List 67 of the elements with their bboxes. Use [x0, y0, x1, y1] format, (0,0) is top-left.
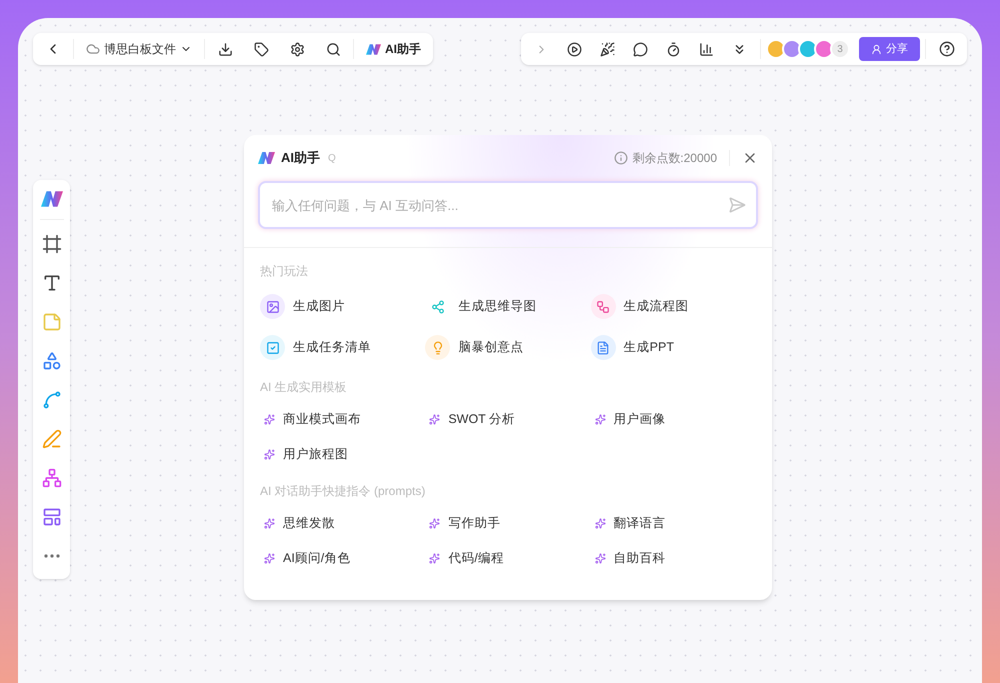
- feature-item[interactable]: 生成图片: [260, 286, 426, 327]
- download-icon: [218, 42, 232, 56]
- play-icon: [566, 42, 582, 56]
- file-name-dropdown[interactable]: 博思白板文件: [78, 40, 200, 58]
- timer-icon: [666, 42, 680, 56]
- send-icon: [728, 196, 746, 214]
- logo-icon: [40, 191, 62, 207]
- prompt-item[interactable]: SWOT 分析: [425, 402, 591, 437]
- prompt-item[interactable]: 翻译语言: [590, 506, 756, 541]
- sparkle-icon: [264, 518, 275, 529]
- prompt-item[interactable]: 写作助手: [425, 506, 591, 541]
- sticky-note-icon: [42, 312, 62, 332]
- sparkle-icon: [594, 414, 606, 425]
- search-icon: [326, 42, 340, 56]
- dialog-title: AI助手: [281, 149, 320, 168]
- sparkle-icon: [429, 414, 440, 425]
- share-button[interactable]: 分享: [859, 37, 920, 61]
- flowchart-icon: [590, 294, 616, 319]
- points-remaining: 剩余点数:20000: [632, 150, 717, 167]
- party-popper-icon: [600, 42, 614, 56]
- section-heading: 热门玩法: [260, 263, 309, 280]
- prompt-item[interactable]: 思维发散: [260, 506, 426, 541]
- feature-item[interactable]: 生成任务清单: [260, 327, 426, 368]
- document-icon: [590, 335, 616, 360]
- section-heading: AI 对话助手快捷指令 (prompts): [260, 483, 426, 500]
- user-icon: [871, 44, 882, 54]
- sparkle-icon: [264, 414, 275, 425]
- shapes-icon: [42, 351, 62, 371]
- prompt-item[interactable]: AI顾问/角色: [260, 541, 426, 576]
- feature-item[interactable]: 生成流程图: [590, 286, 756, 327]
- mind-map-icon: [42, 468, 62, 488]
- connector-icon: [42, 390, 62, 410]
- info-icon: [614, 151, 628, 165]
- template-icon: [42, 507, 62, 527]
- ai-assistant-button[interactable]: AI助手: [358, 40, 429, 58]
- lightbulb-icon: [425, 335, 450, 360]
- bar-chart-icon: [698, 42, 714, 56]
- sparkle-icon: [429, 553, 440, 564]
- feature-item[interactable]: 生成思维导图: [425, 286, 591, 327]
- sparkle-icon: [264, 553, 275, 564]
- more-icon: [44, 554, 60, 558]
- prompt-item[interactable]: 用户旅程图: [260, 437, 426, 472]
- sparkle-icon: [429, 518, 440, 529]
- pen-icon: [42, 429, 62, 449]
- image-icon: [260, 294, 285, 319]
- logo-icon: [258, 152, 275, 164]
- checkbox-icon: [260, 335, 285, 360]
- logo-icon: [366, 44, 381, 54]
- section-heading: AI 生成实用模板: [260, 379, 348, 396]
- prompt-item[interactable]: 用户画像: [590, 402, 756, 437]
- settings-icon: [290, 42, 304, 56]
- sparkle-icon: [264, 449, 275, 460]
- feature-item[interactable]: 生成PPT: [590, 327, 756, 368]
- feature-item[interactable]: 脑暴创意点: [425, 327, 591, 368]
- tag-icon: [254, 42, 268, 56]
- prompt-item[interactable]: 商业模式画布: [260, 402, 426, 437]
- prompt-item[interactable]: 代码/编程: [425, 541, 591, 576]
- shortcut-key: Q: [328, 150, 336, 166]
- cloud-icon: [86, 42, 100, 56]
- frame-icon: [42, 234, 62, 254]
- sparkle-icon: [594, 518, 606, 529]
- help-icon: [939, 41, 955, 57]
- text-tool-icon: [42, 273, 62, 293]
- comment-icon: [632, 42, 648, 56]
- sparkle-icon: [594, 553, 606, 564]
- question-input-field[interactable]: 输入任何问题，与 AI 互动问答...: [258, 181, 758, 229]
- prompt-item[interactable]: 自助百科: [590, 541, 756, 576]
